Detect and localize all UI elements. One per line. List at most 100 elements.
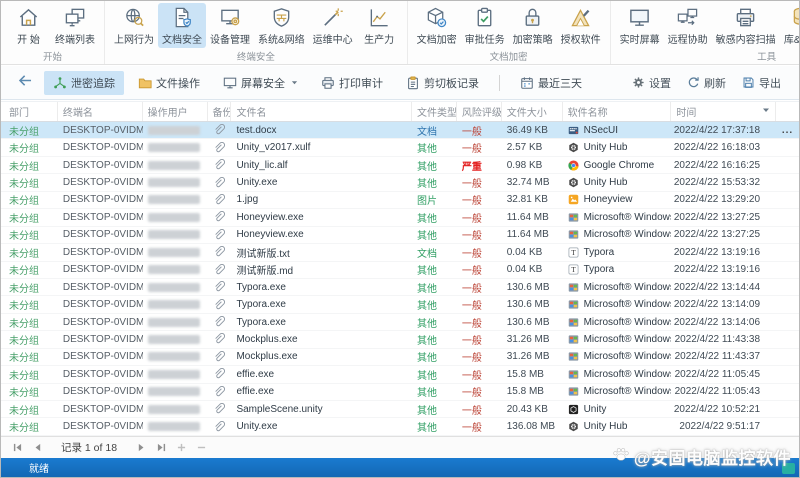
software-name: Microsoft® Windows® Oper... xyxy=(583,333,672,345)
toolbar-action-gear[interactable]: 设置 xyxy=(632,75,671,91)
table-row[interactable]: 未分组 DESKTOP-0VIDMDJ Unity.exe 其他 一般 136.08 MB… xyxy=(1,418,799,436)
column-header-software[interactable]: 软件名称 xyxy=(563,102,672,121)
ribbon-item-authorized-software[interactable]: 授权软件 xyxy=(557,3,605,48)
add-record-button[interactable] xyxy=(173,440,189,455)
first-page-button[interactable] xyxy=(9,440,25,455)
table-row[interactable]: 未分组 DESKTOP-0VIDMDJ Honeyview.exe 其他 一般 11.64… xyxy=(1,209,799,227)
delete-record-button[interactable] xyxy=(193,440,209,455)
ribbon-item-approval-task[interactable]: 审批任务 xyxy=(461,3,509,48)
record-counter: 记录 1 of 18 xyxy=(61,442,118,454)
table-row[interactable]: 未分组 DESKTOP-0VIDMDJ Unity.exe 其他 一般 32.74 MB U… xyxy=(1,174,799,192)
redacted-user xyxy=(147,230,200,240)
table-row[interactable]: 未分组 DESKTOP-0VIDMDJ test.docx 文档 一般 36.49 KB N… xyxy=(1,122,799,140)
last-page-button[interactable] xyxy=(153,440,169,455)
filesize-cell: 130.6 MB xyxy=(506,316,550,328)
toolbar-tab-clipboard-record[interactable]: 剪切板记录 xyxy=(397,71,488,95)
software-cell: Unity xyxy=(563,401,672,417)
unity-hub-icon xyxy=(568,177,579,188)
prev-page-button[interactable] xyxy=(29,440,45,455)
ribbon-item-doc-encrypt[interactable]: 文档加密 xyxy=(413,3,461,48)
ribbon-item-label: 生产力 xyxy=(364,35,395,46)
table-row[interactable]: 未分组 DESKTOP-0VIDMDJ Unity_v2017.xulf 其他 一般 2.… xyxy=(1,139,799,157)
table-row[interactable]: 未分组 DESKTOP-0VIDMDJ Mockplus.exe 其他 一般 31.26 … xyxy=(1,349,799,367)
dept-cell: 未分组 xyxy=(9,423,39,435)
table-row[interactable]: 未分组 DESKTOP-0VIDMDJ Mockplus.exe 其他 一般 31.26 … xyxy=(1,331,799,349)
ribbon-item-doc-security[interactable]: 文档安全 xyxy=(158,3,206,48)
column-header-dept[interactable]: 部门 xyxy=(1,102,58,121)
redacted-user xyxy=(147,247,200,257)
back-button[interactable] xyxy=(11,72,39,94)
column-header-size[interactable]: 文件大小 xyxy=(502,102,563,121)
column-header-user[interactable]: 操作用户 xyxy=(143,102,208,121)
ribbon-item-sensitive-scan[interactable]: 敏感内容扫描 xyxy=(712,3,780,48)
terminal-cell: DESKTOP-0VIDMDJ xyxy=(62,316,143,328)
toolbar-tab-file-ops[interactable]: 文件操作 xyxy=(129,71,209,95)
filetype-cell: 其他 xyxy=(416,213,437,225)
software-name: Google Chrome xyxy=(583,159,655,171)
risk-cell: 一般 xyxy=(461,388,482,400)
table-row[interactable]: 未分组 DESKTOP-0VIDMDJ Honeyview.exe 其他 一般 11.64… xyxy=(1,227,799,245)
row-more-cell[interactable]: ... xyxy=(776,122,799,138)
ribbon-item-device-manage[interactable]: 设备管理 xyxy=(206,3,254,48)
table-row[interactable]: 未分组 DESKTOP-0VIDMDJ Unity_lic.alf 其他 严重 0.98 … xyxy=(1,157,799,175)
table-row[interactable]: 未分组 DESKTOP-0VIDMDJ Typora.exe 其他 一般 130.6 MB… xyxy=(1,296,799,314)
toolbar-action-export[interactable]: 导出 xyxy=(742,75,781,91)
resize-grip-icon xyxy=(782,463,795,474)
risk-cell: 一般 xyxy=(461,370,482,382)
column-header-file[interactable]: 文件名 xyxy=(231,102,412,121)
ms-windows-icon xyxy=(568,282,579,293)
filter-dropdown-icon[interactable] xyxy=(762,106,770,117)
filename-cell: Unity_v2017.xulf xyxy=(236,142,311,154)
toolbar-tab-calendar[interactable]: 最近三天 xyxy=(511,71,591,95)
redacted-user xyxy=(147,352,200,362)
table-row[interactable]: 未分组 DESKTOP-0VIDMDJ effie.exe 其他 一般 15.8 MB Mi… xyxy=(1,384,799,401)
table-row[interactable]: 未分组 DESKTOP-0VIDMDJ Typora.exe 其他 一般 130.6 MB… xyxy=(1,279,799,297)
table-row[interactable]: 未分组 DESKTOP-0VIDMDJ 测试新版.txt 文档 一般 0.04 KB T Ty… xyxy=(1,244,799,262)
toolbar-tab-screen-security[interactable]: 屏幕安全 xyxy=(214,71,307,95)
table-row[interactable]: 未分组 DESKTOP-0VIDMDJ 测试新版.md 其他 一般 0.04 KB T Typ… xyxy=(1,262,799,279)
doc-encrypt-icon xyxy=(425,6,448,29)
column-header-backup[interactable]: 备份 xyxy=(208,102,232,121)
table-row[interactable]: 未分组 DESKTOP-0VIDMDJ Typora.exe 其他 一般 130.6 MB… xyxy=(1,314,799,332)
software-cell: Microsoft® Windows® Oper... xyxy=(563,349,671,365)
ribbon-item-system-network[interactable]: 系统&网络 xyxy=(254,3,309,48)
software-cell: Microsoft® Windows® Oper... xyxy=(563,279,672,295)
status-text: 就绪 xyxy=(29,464,49,475)
row-more-cell xyxy=(776,209,799,225)
toolbar-action-refresh[interactable]: 刷新 xyxy=(687,75,726,91)
terminal-cell: DESKTOP-0VIDMDJ xyxy=(62,211,143,223)
app-window: 开 始终端列表 开始 上网行为 文档安全 设备管理 系统&网络 运维中心 生产力 终端安全 文档加… xyxy=(0,0,800,478)
user-cell xyxy=(143,174,208,190)
toolbar-tab-print-audit[interactable]: 打印审计 xyxy=(312,71,392,95)
column-header-time[interactable]: 时间 xyxy=(671,102,777,121)
next-page-button[interactable] xyxy=(133,440,149,455)
paperclip-icon xyxy=(213,350,225,363)
software-name: Microsoft® Windows® Oper... xyxy=(583,281,672,293)
table-row[interactable]: 未分组 DESKTOP-0VIDMDJ effie.exe 其他 一般 15.8 MB Mi… xyxy=(1,366,799,384)
table-row[interactable]: 未分组 DESKTOP-0VIDMDJ SampleScene.unity 其他 一般 2… xyxy=(1,401,799,419)
toolbar-tab-leak-trace[interactable]: 泄密追踪 xyxy=(44,70,124,95)
backup-cell xyxy=(208,209,232,225)
toolbar-tab-label: 最近三天 xyxy=(538,77,582,90)
doc-security-icon xyxy=(171,6,194,29)
paperclip-icon xyxy=(213,228,225,241)
ribbon-item-terminal-list[interactable]: 终端列表 xyxy=(51,3,99,48)
ribbon-item-productivity[interactable]: 生产力 xyxy=(357,3,402,48)
column-header-terminal[interactable]: 终端名 xyxy=(58,102,143,121)
ribbon-item-library-template[interactable]: 库&模板 xyxy=(780,3,800,48)
ribbon-item-internet-behavior[interactable]: 上网行为 xyxy=(110,3,158,48)
risk-cell: 严重 xyxy=(461,161,482,173)
backup-cell xyxy=(208,227,232,243)
terminal-cell: DESKTOP-0VIDMDJ xyxy=(62,246,143,258)
column-header-risk[interactable]: 风险评级 xyxy=(457,102,502,121)
ribbon-item-home[interactable]: 开 始 xyxy=(6,3,51,48)
ribbon-item-ops-center[interactable]: 运维中心 xyxy=(309,3,357,48)
table-row[interactable]: 未分组 DESKTOP-0VIDMDJ 1.jpg 图片 一般 32.81 KB Honey… xyxy=(1,192,799,210)
ribbon-item-remote-assist[interactable]: 远程协助 xyxy=(664,3,712,48)
toolbar-actions: 设置 刷新 导出 xyxy=(632,75,789,91)
ribbon-item-label: 库&模板 xyxy=(783,35,800,46)
ribbon-item-encrypt-policy[interactable]: 加密策略 xyxy=(509,3,557,48)
ribbon-item-realtime-screen[interactable]: 实时屏幕 xyxy=(616,3,664,48)
paperclip-icon xyxy=(213,281,225,293)
column-header-type[interactable]: 文件类型 xyxy=(412,102,457,121)
